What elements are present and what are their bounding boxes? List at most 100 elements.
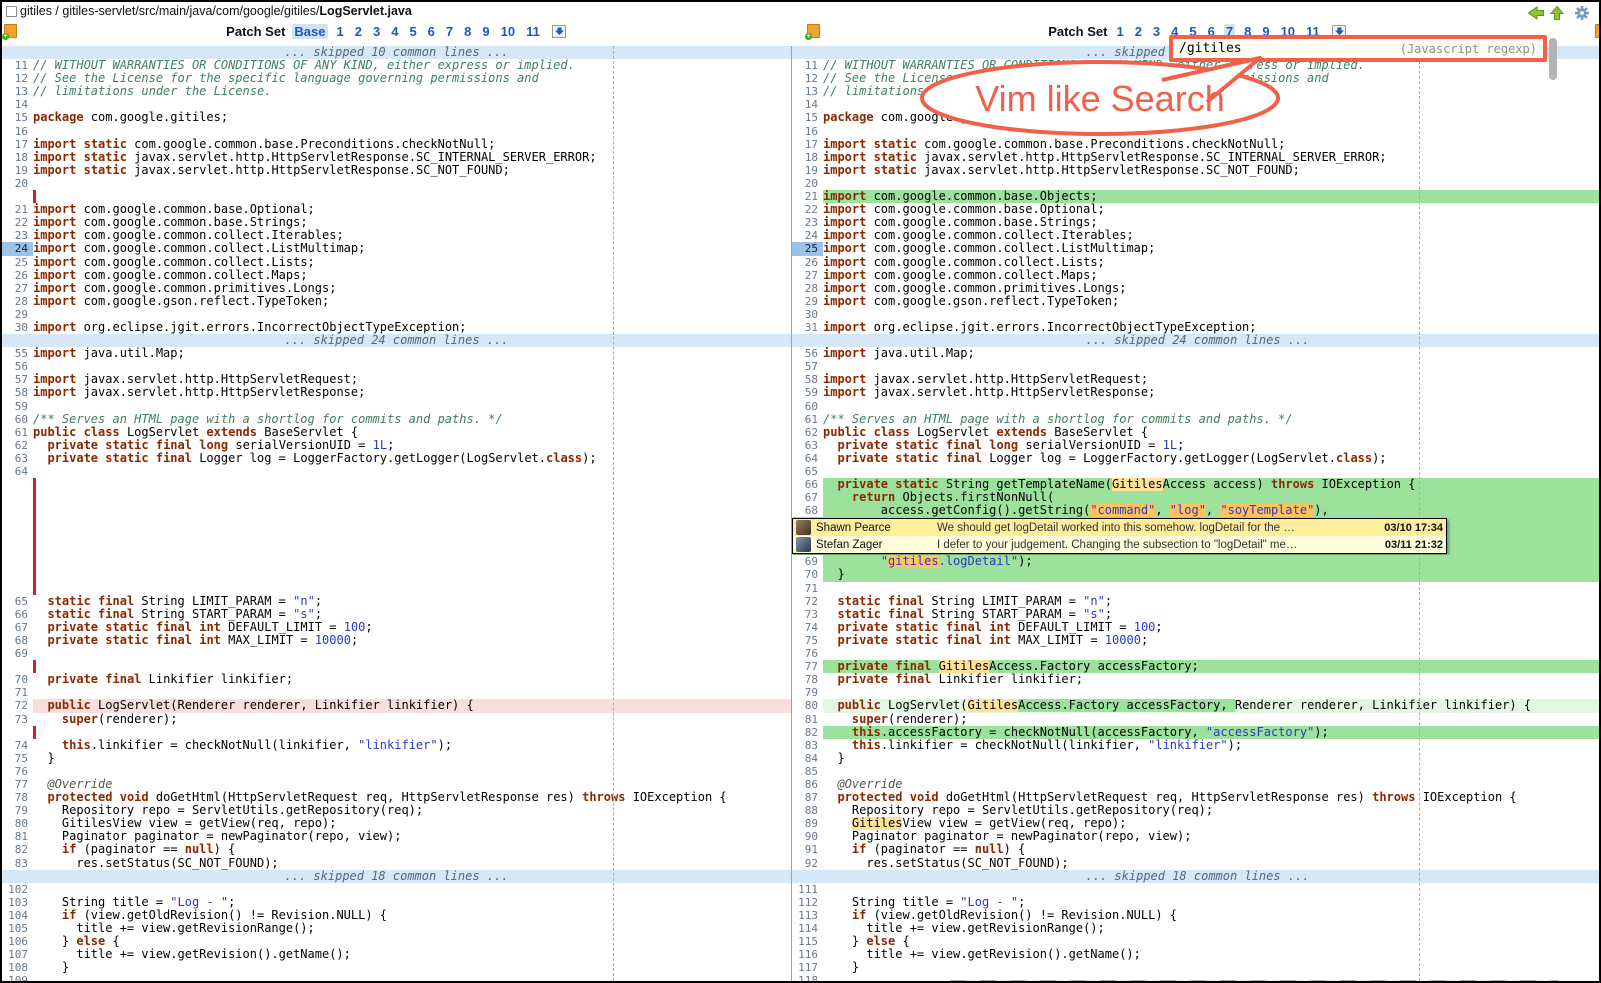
line-number[interactable]: 61 <box>792 413 823 426</box>
line-number[interactable]: 62 <box>792 426 823 439</box>
patch-set-option-3[interactable]: 3 <box>1151 24 1162 39</box>
line-number[interactable]: 13 <box>792 85 823 98</box>
line-number[interactable]: 26 <box>2 269 33 282</box>
line-number[interactable]: 15 <box>2 111 33 124</box>
line-number[interactable]: 67 <box>792 491 823 504</box>
line-number[interactable]: 64 <box>792 452 823 465</box>
line-number[interactable]: 14 <box>792 98 823 111</box>
patch-set-option-4[interactable]: 4 <box>389 24 400 39</box>
line-number[interactable]: 71 <box>792 582 823 595</box>
line-number[interactable]: 11 <box>792 59 823 72</box>
line-number[interactable]: 66 <box>2 608 33 621</box>
line-number[interactable]: 20 <box>2 177 33 190</box>
breadcrumb-path[interactable]: gitiles / gitiles-servlet/src/main/java/… <box>20 4 319 18</box>
line-number[interactable]: 12 <box>2 72 33 85</box>
line-number[interactable]: 112 <box>792 896 823 909</box>
line-number[interactable]: 105 <box>2 922 33 935</box>
line-number[interactable]: 77 <box>792 660 823 673</box>
line-number[interactable]: 76 <box>792 647 823 660</box>
line-number[interactable]: 63 <box>792 439 823 452</box>
line-number[interactable]: 104 <box>2 909 33 922</box>
skipped-lines-bar[interactable]: ... skipped 10 common lines ... <box>2 46 792 59</box>
line-number[interactable]: 73 <box>2 713 33 726</box>
line-number[interactable]: 73 <box>792 608 823 621</box>
file-icon[interactable]: + <box>4 24 17 38</box>
line-number[interactable]: 72 <box>2 699 33 712</box>
line-number[interactable]: 21 <box>2 203 33 216</box>
up-to-change-arrow-icon[interactable] <box>1549 5 1565 21</box>
line-number[interactable]: 92 <box>792 857 823 870</box>
scrollbar-thumb[interactable] <box>1549 38 1557 80</box>
line-number[interactable]: 25 <box>792 242 823 255</box>
patch-set-option-1[interactable]: 1 <box>335 24 346 39</box>
line-number[interactable]: 113 <box>792 909 823 922</box>
line-number[interactable]: 60 <box>792 400 823 413</box>
patch-set-option-6[interactable]: 6 <box>426 24 437 39</box>
line-number[interactable]: 70 <box>792 568 823 581</box>
line-number[interactable]: 65 <box>2 595 33 608</box>
line-number[interactable]: 23 <box>2 229 33 242</box>
line-number[interactable]: 14 <box>2 98 33 111</box>
line-number[interactable]: 79 <box>2 804 33 817</box>
line-number[interactable] <box>2 504 33 517</box>
patch-set-option-10[interactable]: 10 <box>499 24 517 39</box>
patch-set-option-base[interactable]: Base <box>292 24 327 39</box>
line-number[interactable]: 68 <box>2 634 33 647</box>
line-number[interactable]: 83 <box>792 739 823 752</box>
line-number[interactable]: 19 <box>792 164 823 177</box>
line-number[interactable]: 75 <box>2 752 33 765</box>
line-number[interactable]: 86 <box>792 778 823 791</box>
patch-set-option-2[interactable]: 2 <box>1133 24 1144 39</box>
line-number[interactable]: 68 <box>792 504 823 517</box>
file-icon-clipped[interactable] <box>1595 24 1601 38</box>
patch-set-option-5[interactable]: 5 <box>407 24 418 39</box>
line-number[interactable]: 25 <box>2 256 33 269</box>
line-number[interactable]: 108 <box>2 961 33 974</box>
skipped-lines-bar[interactable]: ... skipped 18 common lines ... <box>792 870 1601 883</box>
line-number[interactable]: 71 <box>2 686 33 699</box>
line-number[interactable]: 72 <box>792 595 823 608</box>
line-number[interactable]: 69 <box>2 647 33 660</box>
line-number[interactable]: 90 <box>792 830 823 843</box>
line-number[interactable] <box>2 478 33 491</box>
line-number[interactable]: 18 <box>792 151 823 164</box>
line-number[interactable]: 60 <box>2 413 33 426</box>
line-number[interactable]: 56 <box>792 347 823 360</box>
line-number[interactable]: 59 <box>792 386 823 399</box>
line-number[interactable]: 57 <box>2 373 33 386</box>
line-number[interactable]: 78 <box>792 673 823 686</box>
line-number[interactable]: 118 <box>792 974 823 983</box>
line-number[interactable]: 28 <box>2 295 33 308</box>
patch-set-option-11[interactable]: 11 <box>524 24 542 39</box>
line-number[interactable]: 75 <box>792 634 823 647</box>
line-number[interactable]: 16 <box>2 125 33 138</box>
line-number[interactable]: 26 <box>792 256 823 269</box>
line-number[interactable]: 19 <box>2 164 33 177</box>
line-number[interactable]: 74 <box>2 739 33 752</box>
line-number[interactable]: 85 <box>792 765 823 778</box>
file-icon[interactable]: + <box>807 24 820 38</box>
line-number[interactable]: 18 <box>2 151 33 164</box>
line-number[interactable]: 29 <box>2 308 33 321</box>
reviewed-checkbox[interactable] <box>6 6 17 17</box>
line-number[interactable]: 61 <box>2 426 33 439</box>
line-number[interactable]: 82 <box>2 843 33 856</box>
line-number[interactable]: 87 <box>792 791 823 804</box>
line-number[interactable]: 88 <box>792 804 823 817</box>
skipped-lines-bar[interactable]: ... skipped 24 common lines ... <box>2 334 792 347</box>
line-number[interactable]: 117 <box>792 961 823 974</box>
line-number[interactable]: 74 <box>792 621 823 634</box>
line-number[interactable]: 27 <box>792 269 823 282</box>
line-number[interactable]: 28 <box>792 282 823 295</box>
patch-set-option-1[interactable]: 1 <box>1114 24 1125 39</box>
line-number[interactable]: 80 <box>2 817 33 830</box>
line-number[interactable]: 21 <box>792 190 823 203</box>
line-number[interactable]: 81 <box>792 713 823 726</box>
line-number[interactable] <box>2 555 33 568</box>
line-number[interactable]: 58 <box>792 373 823 386</box>
comment-row[interactable]: Stefan ZagerI defer to your judgement. C… <box>793 536 1446 553</box>
line-number[interactable]: 83 <box>2 857 33 870</box>
line-number[interactable]: 22 <box>2 216 33 229</box>
line-number[interactable]: 82 <box>792 726 823 739</box>
line-number[interactable]: 77 <box>2 778 33 791</box>
